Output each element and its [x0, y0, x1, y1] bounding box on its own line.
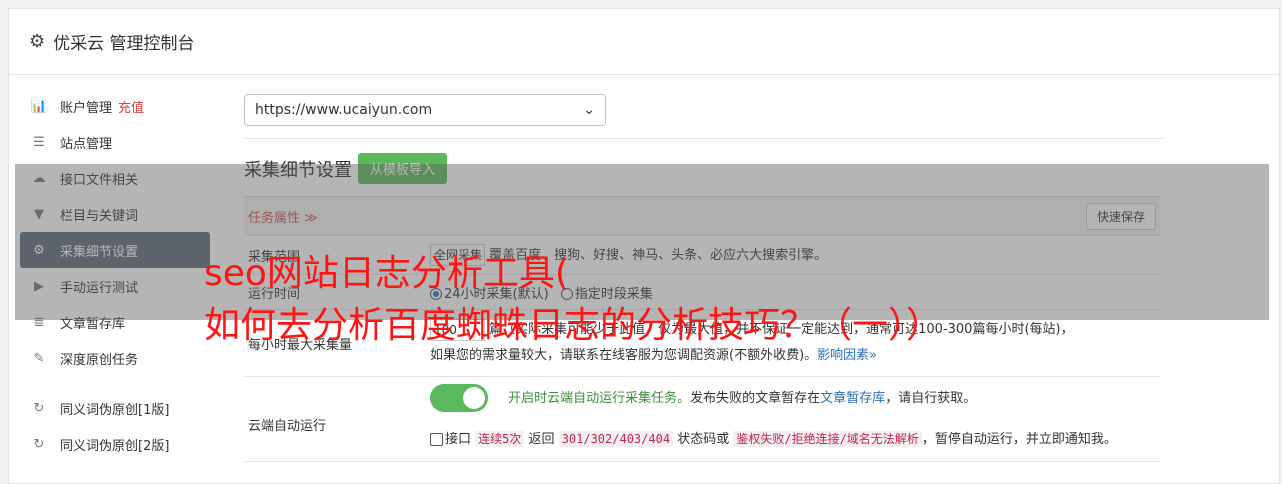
chevron-down-icon: ⌄ [583, 102, 595, 118]
iface-text-2: 状态码或 [677, 431, 730, 447]
divider [244, 138, 1164, 139]
sidebar-item[interactable]: ☰ 站点管理 [20, 124, 210, 160]
recharge-link[interactable]: 充值 [118, 97, 144, 116]
sidebar-item-label: 账户管理 [60, 100, 113, 116]
cloud-text: 发布失败的文章暂存在 [690, 390, 821, 406]
iface-text-3: ，暂停自动运行，并立即通知我。 [921, 431, 1117, 447]
refresh-icon: ↻ [33, 436, 45, 452]
sidebar-item[interactable]: ↻ 同义词伪原创[2版] [20, 426, 210, 462]
sidebar-item-label: 同义词伪原创[1版] [60, 402, 170, 418]
page-header: ⚙ 优采云 管理控制台 [9, 9, 1279, 75]
edit-icon: ✎ [33, 350, 45, 366]
cloud-label: 云端自动运行 [248, 418, 327, 434]
cloud-text-2: ，请自行获取。 [885, 390, 977, 406]
sidebar-item-label: 深度原创任务 [60, 352, 139, 368]
iface-code-2: 301/302/403/404 [558, 430, 674, 447]
gear-icon: ⚙ [29, 31, 46, 52]
iface-code-3: 鉴权失败/拒绝连接/域名无法解析 [733, 430, 922, 447]
headline-line-2: 如何去分析百度蜘蛛日志的分析技巧？（一）） [204, 305, 943, 346]
headline-line-1: seo网站日志分析工具( [204, 253, 569, 294]
article-store-link[interactable]: 文章暂存库 [820, 391, 885, 406]
sidebar-item[interactable]: ✎ 深度原创任务 [20, 340, 210, 376]
page-title: 优采云 管理控制台 [53, 34, 195, 54]
iface-code-1: 连续5次 [475, 430, 525, 447]
cloud-run-toggle[interactable] [430, 384, 488, 412]
cloud-row: 云端自动运行 开启时云端自动运行采集任务。发布失败的文章暂存在文章暂存库，请自行… [244, 377, 1160, 462]
bar-chart-icon: 📊 [30, 98, 48, 114]
iface-text-1: 返回 [528, 431, 555, 447]
site-select[interactable]: https://www.ucaiyun.com ⌄ [244, 94, 606, 126]
sidebar-item-label: 同义词伪原创[2版] [60, 438, 170, 454]
overlay-headline: seo网站日志分析工具( 如何去分析百度蜘蛛日志的分析技巧？（一）） [204, 248, 942, 352]
sidebar-item[interactable]: ↻ 同义词伪原创[1版] [20, 390, 210, 426]
refresh-icon: ↻ [33, 400, 45, 416]
server-icon: ☰ [33, 134, 45, 150]
sidebar-item[interactable]: 📊 账户管理 充值 [20, 88, 210, 124]
iface-label: 接口 [445, 431, 472, 447]
site-select-value: https://www.ucaiyun.com [255, 102, 433, 118]
sidebar-item-label: 站点管理 [60, 136, 113, 152]
cloud-on-text: 开启时云端自动运行采集任务。 [508, 390, 691, 406]
iface-checkbox[interactable] [430, 432, 443, 446]
